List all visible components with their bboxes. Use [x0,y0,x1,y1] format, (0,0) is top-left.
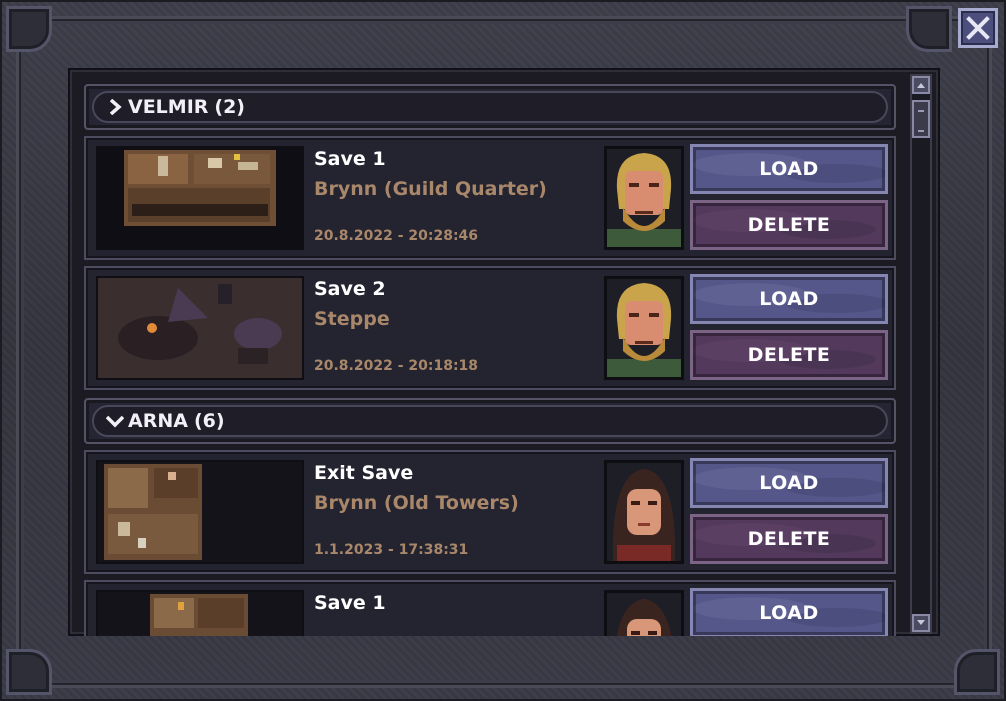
character-portrait [604,590,684,636]
save-list: VELMIR (2) Save 1 Brynn (Guild Quarter) … [84,84,900,636]
save-thumbnail [96,146,304,250]
load-button[interactable]: LOAD [690,144,888,194]
save-location: Brynn (Old Towers) [314,492,519,514]
ornament-corner [6,6,52,52]
delete-label: DELETE [747,344,831,366]
group-count: (2) [214,96,245,118]
delete-label: DELETE [747,214,831,236]
load-button[interactable]: LOAD [690,588,888,636]
arrow-down-icon [917,620,925,625]
save-thumbnail [96,590,304,636]
load-button[interactable]: LOAD [690,274,888,324]
save-name: Exit Save [314,462,414,484]
load-label: LOAD [759,472,819,494]
save-slot: Save 2 Steppe 20.8.2022 - 20:18:18 LOAD … [84,266,896,390]
save-thumbnail [96,276,304,380]
close-icon [966,16,990,40]
arrow-up-icon [917,83,925,88]
character-portrait [604,146,684,250]
save-slot: Save 1 Brynn (Guild Quarter) 20.8.2022 -… [84,136,896,260]
save-date: 1.1.2023 - 17:38:31 [314,542,469,558]
scroll-down-button[interactable] [912,614,930,632]
save-date: 20.8.2022 - 20:18:18 [314,358,479,374]
group-count: (6) [193,410,225,432]
save-name: Save 1 [314,148,386,170]
save-list-panel: VELMIR (2) Save 1 Brynn (Guild Quarter) … [68,68,940,636]
group-title: VELMIR [128,96,209,118]
load-label: LOAD [759,602,819,624]
load-game-window: VELMIR (2) Save 1 Brynn (Guild Quarter) … [0,0,1006,701]
save-location: Steppe [314,308,390,330]
delete-label: DELETE [747,528,831,550]
load-button[interactable]: LOAD [690,458,888,508]
ornament-corner [6,649,52,695]
ornament-corner [906,6,952,52]
delete-button[interactable]: DELETE [690,330,888,380]
chevron-right-icon [106,98,124,116]
save-name: Save 2 [314,278,386,300]
group-header-arna[interactable]: ARNA (6) [84,398,896,444]
scroll-thumb[interactable] [912,100,930,138]
save-name: Save 1 [314,592,386,614]
close-button[interactable] [958,8,998,48]
load-label: LOAD [759,288,819,310]
delete-button[interactable]: DELETE [690,514,888,564]
group-title: ARNA [128,410,188,432]
character-portrait [604,276,684,380]
group-header-velmir[interactable]: VELMIR (2) [84,84,896,130]
group-header-frame [92,91,888,123]
save-slot: Exit Save Brynn (Old Towers) 1.1.2023 - … [84,450,896,574]
save-location: Brynn (Guild Quarter) [314,178,547,200]
scrollbar[interactable] [910,74,932,634]
save-thumbnail [96,460,304,564]
scroll-up-button[interactable] [912,76,930,94]
delete-button[interactable]: DELETE [690,200,888,250]
save-date: 20.8.2022 - 20:28:46 [314,228,479,244]
chevron-down-icon [106,412,124,430]
character-portrait [604,460,684,564]
ornament-corner [954,649,1000,695]
load-label: LOAD [759,158,819,180]
save-slot: Save 1 LOAD DELETE [84,580,896,636]
